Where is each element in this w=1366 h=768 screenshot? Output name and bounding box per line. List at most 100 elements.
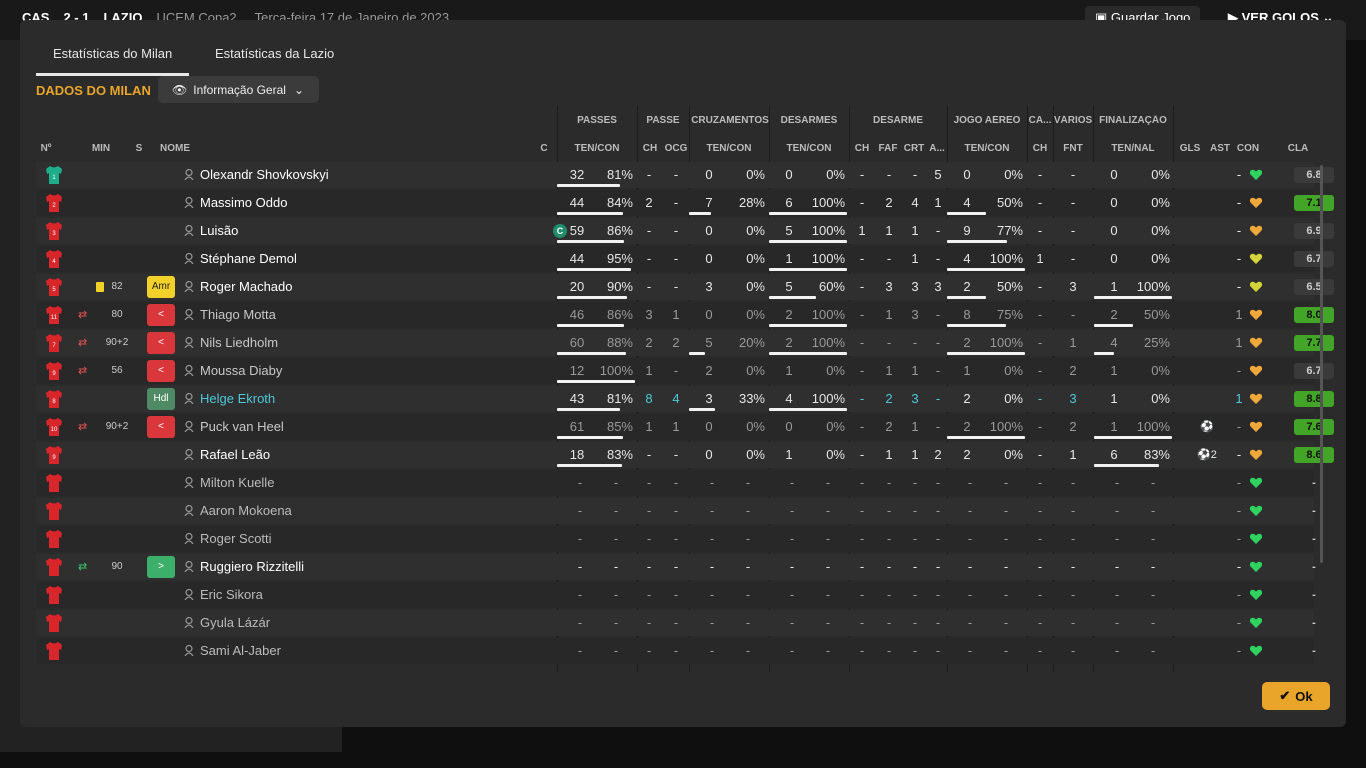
column-header-8[interactable]: OCG [663,143,689,154]
stat-a: 5 [934,167,942,182]
morale-heart-icon [1249,644,1263,658]
table-row[interactable]: 3 Luisão C 59 86% - -0 0% 5 100% 1 1 1-9 77% - -0 0% -6.9 [36,218,1334,244]
status-badge[interactable]: < [147,304,175,326]
status-badge[interactable]: < [147,416,175,438]
column-header-12[interactable]: FAF [875,143,901,154]
stat-ocg: - [673,475,679,490]
table-row[interactable]: Milton Kuelle - - - - - - - - - - - - - - - - - - - - [36,470,1316,496]
table-row[interactable]: 5 82 Amr Roger Machado 20 90% - -3 0% 5 60% -3 3 3 2 50… [36,274,1334,300]
table-row[interactable]: 4 Stéphane Demol 44 95% - -0 0% 1 100% - -1-4 100% 1… [36,246,1334,272]
player-name[interactable]: Eric Sikora [200,582,540,608]
status-badge[interactable]: > [147,556,175,578]
table-row[interactable]: 9 ⇄ 56 < Moussa Diaby 12 100% 1-2 0% 1 0% -1 1-1 0% -2… [36,358,1334,384]
player-name[interactable]: Sami Al-Jaber [200,638,540,664]
rating-badge: - [1312,589,1316,601]
column-header-3[interactable]: S [131,143,147,154]
shirt-icon: 2 [44,193,64,213]
player-name[interactable]: Helge Ekroth [200,386,540,412]
status-badge[interactable]: Hdl [147,388,175,410]
table-row[interactable]: 7 ⇄ 90+2 < Nils Liedholm 60 88% 2 2 5 20% 2 100% - - - -… [36,330,1334,356]
table-row[interactable]: 10 ⇄ 90+2 < Puck van Heel 61 85% 1 1 0 0% 0 0% -2 1-2 1… [36,414,1334,440]
goals-scored: ⚽2 [1197,449,1217,461]
rating-badge: 6.5 [1294,279,1334,295]
column-header-20[interactable]: AST [1205,143,1235,154]
progress-bar [557,296,627,299]
status-badge[interactable]: Amr [147,276,175,298]
column-header-14[interactable]: A... [927,143,947,154]
table-row[interactable]: 8 Hdl Helge Ekroth 43 81% 8 4 3 33% 4 100% -2 3-2 0% -… [36,386,1334,412]
column-header-11[interactable]: CH [849,143,875,154]
ok-label: Ok [1295,688,1313,704]
column-header-19[interactable]: GLS [1175,143,1205,154]
morale-heart-icon [1249,224,1263,238]
player-name[interactable]: Luisão [200,218,540,244]
player-name[interactable]: Moussa Diaby [200,358,540,384]
stat-ap: - [1003,531,1009,546]
column-header-2[interactable]: MIN [86,143,116,154]
column-header-13[interactable]: CRT [901,143,927,154]
scrollbar[interactable] [1320,165,1323,563]
column-header-21[interactable]: CON [1233,143,1263,154]
player-name[interactable]: Gyula Lázár [200,610,540,636]
status-badge[interactable]: < [147,332,175,354]
stat-cac: 1 [1036,251,1044,266]
ok-button[interactable]: ✔ Ok [1262,682,1330,710]
player-name[interactable]: Milton Kuelle [200,470,540,496]
player-name[interactable]: Stéphane Demol [200,246,540,272]
table-row[interactable]: Sami Al-Jaber - - - - - - - - - - - - - - - - - - - - [36,638,1316,664]
player-name[interactable]: Roger Scotti [200,526,540,552]
stat-da: - [789,643,795,658]
status-badge[interactable]: < [147,360,175,382]
tab-milan-stats[interactable]: Estatísticas do Milan [36,46,190,76]
stat-ch: - [646,615,652,630]
stat-da: - [789,503,795,518]
player-icon [184,280,194,293]
stat-dp: - [825,531,831,546]
column-header-17[interactable]: FNT [1053,143,1093,154]
player-name[interactable]: Nils Liedholm [200,330,540,356]
stat-cac: - [1037,559,1043,574]
column-header-18[interactable]: TEN/NAL [1093,143,1173,154]
stat-cac: - [1037,307,1043,322]
table-row[interactable]: Roger Scotti - - - - - - - - - - - - - - - - - - - - [36,526,1316,552]
table-row[interactable]: Aaron Mokoena - - - - - - - - - - - - - - - - - - - - [36,498,1316,524]
table-row[interactable]: Gyula Lázár - - - - - - - - - - - - - - - - - - - - [36,610,1316,636]
player-name[interactable]: Olexandr Shovkovskyi [200,162,540,188]
player-name[interactable]: Roger Machado [200,274,540,300]
table-row[interactable]: 2 Massimo Oddo 44 84% 2-7 28% 6 100% -2 4 1 4 50% - -0… [36,190,1334,216]
player-name[interactable]: Puck van Heel [200,414,540,440]
stat-cp: 0% [746,279,765,294]
player-name[interactable]: Massimo Oddo [200,190,540,216]
column-header-6[interactable]: TEN/CON [557,143,637,154]
column-header-1[interactable]: Nº [36,143,56,154]
table-row[interactable]: Eric Sikora - - - - - - - - - - - - - - - - - - - - [36,582,1316,608]
player-name[interactable]: Rafael Leão [200,442,540,468]
column-header-7[interactable]: CH [637,143,663,154]
progress-bar [947,268,1025,271]
tab-lazio-stats[interactable]: Estatísticas da Lazio [198,46,351,76]
table-row[interactable]: 11 ⇄ 80 < Thiago Motta 46 86% 3 1 0 0% 2 100% -1 3-8 75… [36,302,1334,328]
column-header-9[interactable]: TEN/CON [689,143,769,154]
column-header-5[interactable]: C [536,143,552,154]
table-row[interactable]: ⇄ 90 > Ruggiero Rizzitelli - - - - - - - - - - - - - - - - -… [36,554,1316,580]
player-name[interactable]: Ruggiero Rizzitelli [200,554,540,580]
stat-a: - [935,531,941,546]
stat-ca: 0 [705,447,713,462]
column-header-16[interactable]: CH [1027,143,1053,154]
column-header-4[interactable]: NOME [160,143,240,154]
stat-ap: 50% [996,279,1023,294]
table-row[interactable]: 1 Olexandr Shovkovskyi 32 81% - -0 0% 0 0% - - -5 0 0… [36,162,1334,188]
column-header-10[interactable]: TEN/CON [769,143,849,154]
shirt-icon: 5 [44,277,64,297]
stat-ca: - [709,475,715,490]
player-name[interactable]: Aaron Mokoena [200,498,540,524]
stat-a: - [935,391,941,406]
table-row[interactable]: 9 Rafael Leão 18 83% - -0 0% 1 0% -1 1 2 2 0% -1 6 83% ⚽2… [36,442,1334,468]
player-name[interactable]: Thiago Motta [200,302,540,328]
view-dropdown[interactable]: 👁 Informação Geral ⌄ [158,76,319,103]
stat-dch: - [859,363,865,378]
minutes-played: 90 [111,561,123,572]
progress-bar [769,240,847,243]
column-header-15[interactable]: TEN/CON [947,143,1027,154]
column-header-22[interactable]: CLA [1278,143,1318,154]
